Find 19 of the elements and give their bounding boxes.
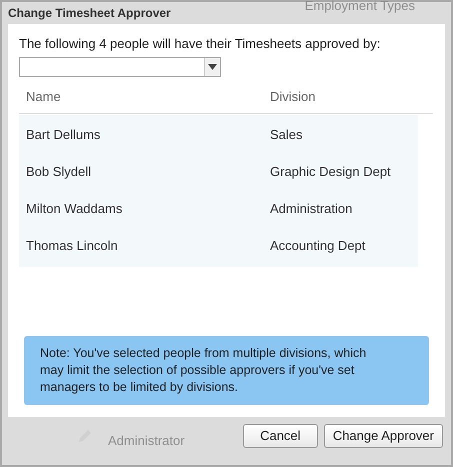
background-text: Administrator (108, 432, 185, 450)
approver-select[interactable] (19, 56, 221, 76)
dropdown-caret-icon (208, 64, 217, 70)
table-cell-text: Accounting Dept (270, 237, 366, 256)
cancel-button[interactable]: Cancel (242, 424, 318, 448)
table-cell-text: Thomas Lincoln (26, 237, 119, 256)
table-cell-text: Graphic Design Dept (270, 163, 391, 182)
column-header: Division (270, 88, 316, 106)
change-approver-button[interactable]: Change Approver (324, 424, 443, 448)
column-header: Name (26, 88, 62, 106)
table-cell-text: Sales (270, 126, 303, 144)
dialog-title: Change Timesheet Approver (8, 5, 171, 22)
background-text: Employment Types (304, 0, 415, 16)
table-cell-text: Bob Slydell (26, 163, 92, 182)
table-cell-text: Bart Dellums (26, 126, 102, 144)
prompt-text: The following 4 people will have their Timesheets approved by: (19, 35, 382, 53)
table-cell-text: Administration (270, 200, 352, 218)
table-cell-text: Milton Waddams (26, 200, 124, 218)
note-banner: Note: You've selected people from multiple divisions, which may limit the selection of possible approvers if you've set managers to be limited by divisions. (24, 336, 429, 405)
